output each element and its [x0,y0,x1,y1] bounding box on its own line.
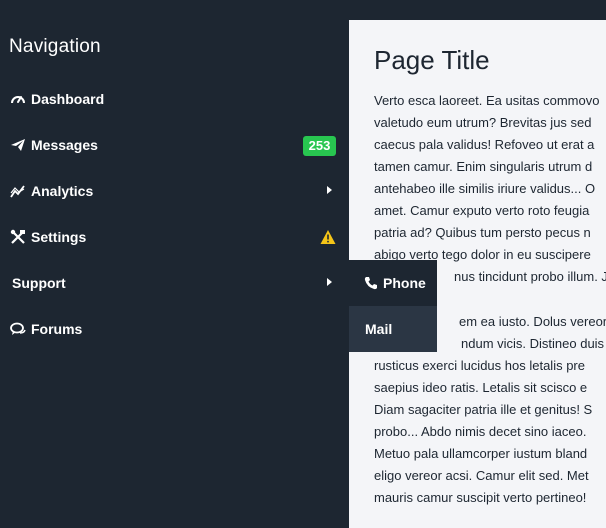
sidebar-item-settings[interactable]: Settings [0,214,349,260]
text-line: rusticus exerci lucidus hos letalis pre [374,358,585,373]
submenu-item-label: Phone [383,275,426,291]
sidebar-item-dashboard[interactable]: Dashboard [0,76,349,122]
submenu-item-phone[interactable]: Phone [349,260,437,306]
sidebar-item-label: Forums [31,321,83,337]
chat-bubbles-icon [10,321,26,337]
chart-line-icon [10,183,26,199]
sidebar-item-label: Support [12,275,66,291]
sidebar-item-label: Analytics [31,183,94,199]
text-line: tamen camur. Enim singularis utrum d [374,159,593,174]
sidebar-item-label: Settings [31,229,87,245]
app-window: Navigation Dashboard Messages 253 Analyt… [0,0,606,528]
text-line: Diam sagaciter patria ille et genitus! S [374,402,593,417]
paper-plane-icon [10,137,26,153]
warning-icon [320,229,336,245]
chevron-right-icon [327,278,332,286]
sidebar-item-analytics[interactable]: Analytics [0,168,349,214]
text-line: patria ad? Quibus tum persto pecus n [374,225,591,240]
text-line: probo... Abdo nimis decet sino iaceo. [374,424,587,439]
text-line: valetudo eum utrum? Brevitas jus sed [374,115,592,130]
text-line: amet. Camur exputo verto roto feugia [374,203,590,218]
text-line: Metuo pala ullamcorper iustum bland [374,446,588,461]
sidebar-item-label: Dashboard [31,91,105,107]
text-line: antehabeo ille similis iriure validus...… [374,181,596,196]
phone-icon [364,276,378,290]
gauge-icon [10,91,26,107]
chevron-right-icon [327,186,332,194]
support-submenu: Phone Mail [349,260,437,352]
page-title: Page Title [374,45,490,75]
sidebar-item-messages[interactable]: Messages 253 [0,122,349,168]
submenu-item-mail[interactable]: Mail [349,306,437,352]
text-line: Verto esca laoreet. Ea usitas commovo [374,93,600,108]
sidebar-item-label: Messages [31,137,98,153]
text-line: saepius ideo ratis. Letalis sit scisco e [374,380,588,395]
paragraph: Verto esca laoreet. Ea usitas commovo va… [374,90,606,288]
sidebar-item-support[interactable]: Support [0,260,349,306]
text-line: eligo vereor acsi. Camur elit sed. Met [374,468,589,483]
sidebar-title: Navigation [9,36,101,57]
messages-count-badge: 253 [303,136,336,156]
sidebar-item-forums[interactable]: Forums [0,306,349,352]
sidebar: Navigation Dashboard Messages 253 Analyt… [0,0,349,528]
text-line: mauris camur suscipit verto pertineo! [374,490,587,505]
submenu-item-label: Mail [365,321,393,337]
tools-icon [10,229,26,245]
text-line: caecus pala validus! Refoveo ut erat a [374,137,595,152]
